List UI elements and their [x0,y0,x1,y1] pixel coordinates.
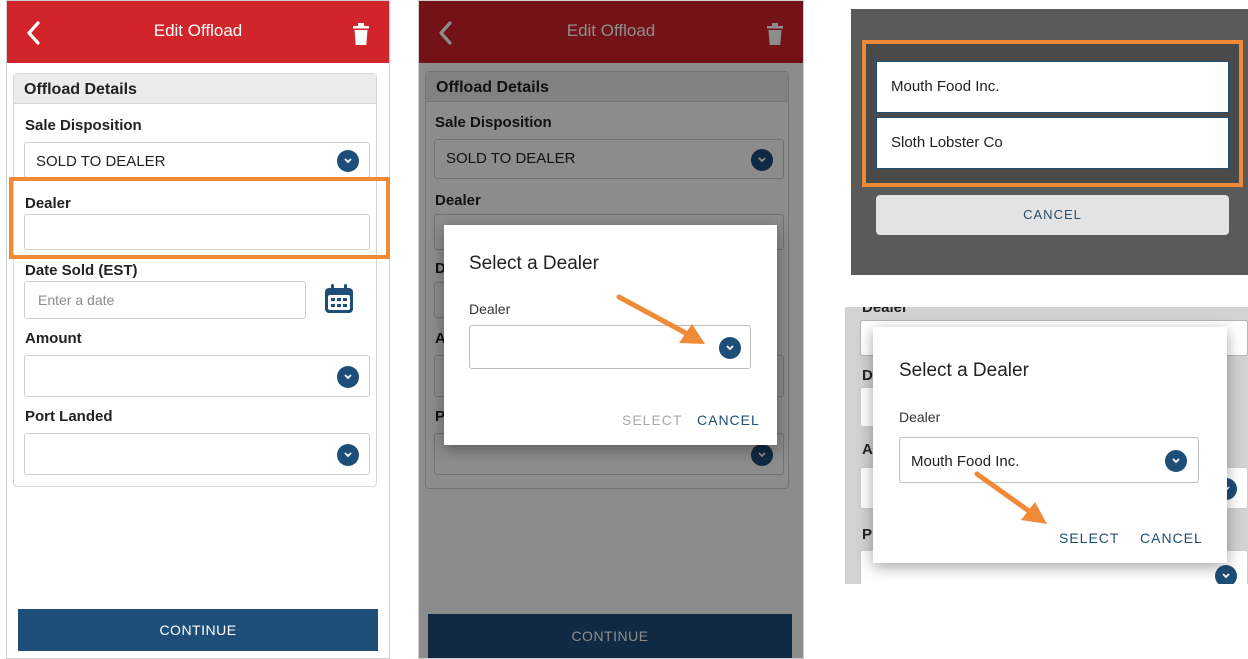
date-sold-placeholder: Enter a date [38,292,115,308]
select-dealer-dialog-screen: Edit Offload Offload Details Sale Dispos… [418,0,804,659]
date-sold-label-partial: D [862,367,873,384]
card-title: Offload Details [24,81,137,98]
highlight-box [9,177,390,259]
port-landed-label-partial: P [862,526,873,543]
trash-icon[interactable] [353,23,369,45]
edit-offload-screen: Edit Offload Offload Details Sale Dispos… [6,0,390,659]
select-button[interactable]: SELECT [1059,530,1119,546]
dealer-label-cut: Dealer [862,307,908,316]
amount-label: Amount [25,330,82,347]
cancel-button[interactable]: CANCEL [876,195,1229,235]
cancel-button[interactable]: CANCEL [697,412,760,428]
header-bar: Edit Offload [7,1,389,63]
arrow-icon [974,471,1047,524]
dialog-title: Select a Dealer [469,253,599,274]
dealer-selected-panel: Dealer D A P Select a Dealer Dealer Mout… [845,307,1248,584]
port-landed-select[interactable] [24,433,370,475]
dialog-field-label: Dealer [469,301,511,317]
select-dealer-dialog: Select a Dealer Dealer SELECT CANCEL [444,225,777,445]
date-sold-label: Date Sold (EST) [25,262,138,279]
sale-disposition-label: Sale Disposition [25,117,142,134]
chevron-down-icon [337,150,359,172]
arrow-icon [616,294,705,344]
amount-label-partial: A [862,441,873,458]
calendar-icon[interactable] [323,283,355,315]
sale-disposition-select[interactable]: SOLD TO DEALER [24,142,370,178]
dialog-field-label: Dealer [899,409,941,425]
dialog-title: Select a Dealer [899,360,1029,381]
port-landed-label: Port Landed [25,408,113,425]
chevron-down-icon [337,444,359,466]
header-title: Edit Offload [153,21,243,40]
chevron-down-icon[interactable] [719,337,741,359]
offload-details-card: Offload Details Sale Disposition SOLD TO… [13,73,377,487]
chevron-down-icon [1215,565,1237,584]
dealer-options-panel: Mouth Food Inc. Sloth Lobster Co CANCEL [851,9,1248,275]
chevron-down-icon[interactable] [1165,450,1187,472]
continue-button[interactable]: CONTINUE [18,609,378,651]
dealer-select-value: Mouth Food Inc. [911,453,1020,470]
date-sold-input[interactable]: Enter a date [24,281,306,319]
amount-select[interactable] [24,355,370,397]
card-header: Offload Details [14,74,376,104]
highlight-box [862,40,1243,187]
sale-disposition-value: SOLD TO DEALER [36,153,166,170]
select-button[interactable]: SELECT [622,412,682,428]
chevron-down-icon [337,366,359,388]
cancel-button[interactable]: CANCEL [1140,530,1203,546]
